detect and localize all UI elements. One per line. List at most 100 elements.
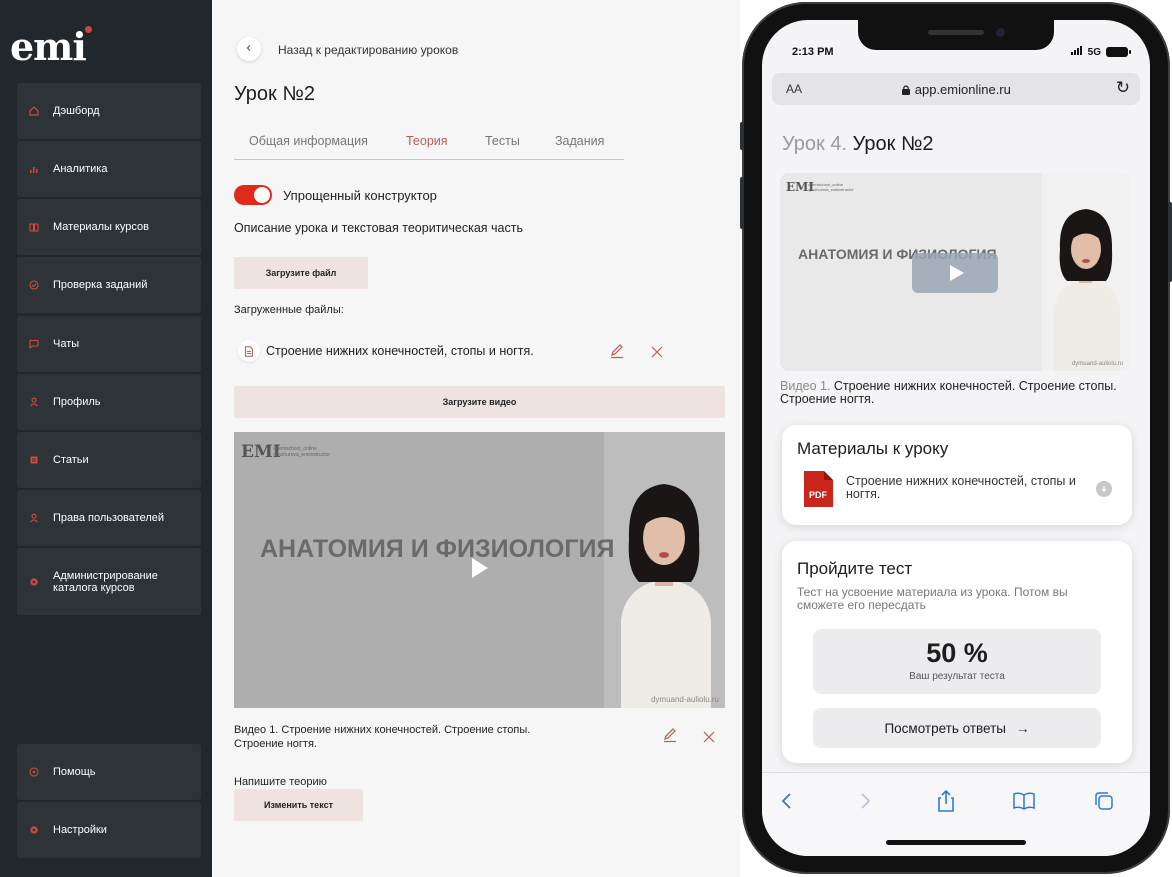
edit-file-icon[interactable] xyxy=(609,343,625,359)
lesson-video-player[interactable]: EMI @emischool_online @ozhurova_emiinstr… xyxy=(234,432,725,708)
user-rights-icon xyxy=(29,513,39,523)
gear-icon xyxy=(29,577,39,587)
sidebar-item-label: Профиль xyxy=(53,396,101,408)
presenter-image xyxy=(621,484,711,708)
sidebar-item-dashboard[interactable]: Дэшборд xyxy=(17,83,201,139)
view-answers-label: Посмотреть ответы xyxy=(884,720,1007,736)
tab-general-info[interactable]: Общая информация xyxy=(249,134,368,148)
bookmarks-icon[interactable] xyxy=(1012,789,1036,813)
sidebar-item-label: Администрирование каталога курсов xyxy=(53,569,158,594)
sidebar-item-course-materials[interactable]: Материалы курсов xyxy=(17,199,201,255)
back-link[interactable]: Назад к редактированию уроков xyxy=(278,43,458,57)
lesson-heading: Урок 4. Урок №2 xyxy=(782,133,934,156)
video-caption: Видео 1. Строение нижних конечностей. Ст… xyxy=(234,724,531,750)
lesson-name: Урок №2 xyxy=(852,133,934,155)
test-score: 50 % xyxy=(926,638,988,668)
edit-video-icon[interactable] xyxy=(662,727,678,743)
sidebar-item-label: Проверка заданий xyxy=(53,279,148,291)
video-watermark: dymuand-auliolu.ru xyxy=(1071,361,1123,367)
bar-chart-icon xyxy=(29,164,39,174)
edit-text-button[interactable]: Изменить текст xyxy=(234,789,363,821)
theory-label: Напишите теорию xyxy=(234,776,327,788)
lock-icon xyxy=(901,82,911,97)
simple-builder-toggle[interactable] xyxy=(234,185,272,205)
document-icon xyxy=(238,340,260,362)
test-score-label: Ваш результат теста xyxy=(909,671,1005,682)
tab-tests[interactable]: Тесты xyxy=(485,134,520,148)
caption-prefix: Видео 1. xyxy=(780,379,831,393)
back-button[interactable] xyxy=(237,37,261,61)
description-label: Описание урока и текстовая теоритическая… xyxy=(234,221,523,235)
sidebar-item-task-review[interactable]: Проверка заданий xyxy=(17,257,201,313)
lesson-number: Урок 4. xyxy=(782,133,848,155)
sidebar-item-user-rights[interactable]: Права пользователей xyxy=(17,490,201,546)
material-file-name[interactable]: Строение нижних конечностей, стопы и ног… xyxy=(846,475,1076,501)
back-arrow-icon[interactable] xyxy=(774,789,798,813)
file-name[interactable]: Строение нижних конечностей, стопы и ног… xyxy=(266,344,534,358)
mobile-video-caption: Видео 1. Строение нижних конечностей. Ст… xyxy=(780,380,1140,406)
sidebar-item-label: Дэшборд xyxy=(53,105,100,117)
sidebar-item-label: Права пользователей xyxy=(53,512,164,524)
sidebar-item-label: Чаты xyxy=(53,338,80,350)
test-subtitle: Тест на усвоение материала из урока. Пот… xyxy=(797,585,1068,612)
presenter-image xyxy=(1054,209,1120,371)
sidebar-item-label: Статьи xyxy=(53,454,89,466)
materials-title: Материалы к уроку xyxy=(797,439,949,458)
upload-video-button[interactable]: Загрузите видео xyxy=(234,386,725,418)
play-button[interactable] xyxy=(912,253,998,293)
help-icon xyxy=(29,767,39,777)
network-label: 5G xyxy=(1087,46,1101,58)
url-bar[interactable]: AA app.emionline.ru ↻ xyxy=(772,73,1140,105)
lesson-tabs: Общая информация Теория Тесты Задания xyxy=(234,134,624,160)
article-icon xyxy=(29,455,39,465)
url-value: app.emionline.ru xyxy=(914,82,1011,97)
upload-file-button[interactable]: Загрузите файл xyxy=(234,257,368,289)
tabs-icon[interactable] xyxy=(1092,789,1116,813)
play-icon[interactable] xyxy=(471,557,489,579)
reload-icon[interactable]: ↻ xyxy=(1116,78,1130,98)
delete-file-icon[interactable] xyxy=(650,345,664,359)
check-circle-icon xyxy=(29,280,39,290)
tab-tasks[interactable]: Задания xyxy=(555,134,604,148)
status-time: 2:13 PM xyxy=(792,46,834,58)
sidebar-item-analytics[interactable]: Аналитика xyxy=(17,141,201,197)
mobile-video-player[interactable]: EMI @emischool_online @ozhurova_emiinstr… xyxy=(780,173,1131,371)
sidebar-item-catalog-admin[interactable]: Администрирование каталога курсов xyxy=(17,548,201,615)
download-icon[interactable] xyxy=(1096,481,1112,497)
video-tag-2: @ozhurova_emiinstructor xyxy=(808,187,854,192)
volume-button xyxy=(740,177,744,229)
delete-video-icon[interactable] xyxy=(702,730,716,744)
sidebar: emi Дэшборд Аналитика Материалы курсов П… xyxy=(0,0,212,877)
book-icon xyxy=(29,222,39,232)
sidebar-item-label: Настройки xyxy=(53,824,107,836)
caption-text: Строение нижних конечностей. Строение ст… xyxy=(780,379,1117,406)
materials-card: Материалы к уроку PDF Строение нижних ко… xyxy=(782,425,1132,525)
emi-logo: emi xyxy=(10,24,87,69)
pdf-file-icon[interactable]: PDF xyxy=(802,470,834,508)
notch xyxy=(858,20,1054,50)
sidebar-item-label: Помощь xyxy=(53,766,96,778)
logo-dot xyxy=(85,26,92,33)
sidebar-item-help[interactable]: Помощь xyxy=(17,744,201,800)
view-answers-button[interactable]: Посмотреть ответы → xyxy=(813,708,1101,748)
sidebar-item-label: Аналитика xyxy=(53,163,108,175)
share-icon[interactable] xyxy=(934,789,958,813)
sidebar-item-profile[interactable]: Профиль xyxy=(17,374,201,430)
sidebar-item-settings[interactable]: Настройки xyxy=(17,802,201,858)
forward-arrow-icon[interactable] xyxy=(854,789,878,813)
url-text[interactable]: app.emionline.ru xyxy=(772,82,1140,97)
page-title: Урок №2 xyxy=(234,83,315,105)
signal-icon xyxy=(1070,46,1083,58)
test-score-box: 50 % Ваш результат теста xyxy=(813,629,1101,694)
chevron-left-icon xyxy=(245,44,253,55)
side-button xyxy=(740,122,744,150)
status-indicators: 5G xyxy=(1070,46,1131,58)
sidebar-item-articles[interactable]: Статьи xyxy=(17,432,201,488)
home-icon xyxy=(29,106,39,116)
tab-theory[interactable]: Теория xyxy=(406,134,448,148)
power-button xyxy=(1168,202,1172,282)
home-indicator[interactable] xyxy=(886,840,1026,845)
sidebar-item-label: Материалы курсов xyxy=(53,221,149,233)
video-title: АНАТОМИЯ И ФИЗИОЛОГИЯ xyxy=(260,535,615,563)
sidebar-item-chats[interactable]: Чаты xyxy=(17,316,201,372)
